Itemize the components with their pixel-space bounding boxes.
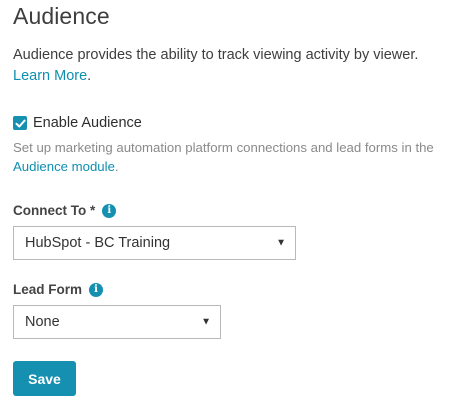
page-title: Audience [13, 3, 110, 29]
audience-module-link[interactable]: Audience module [13, 159, 115, 174]
connect-to-label-text: Connect To * [13, 203, 96, 218]
connect-to-value: HubSpot - BC Training [25, 235, 171, 251]
lead-form-value: None [25, 314, 60, 330]
dropdown-arrow-icon: ▼ [201, 316, 211, 328]
description-text: Audience provides the ability to track v… [13, 47, 419, 63]
audience-description: Audience provides the ability to track v… [13, 45, 463, 87]
learn-more-link[interactable]: Learn More [13, 68, 87, 84]
connect-to-label: Connect To * i [13, 203, 117, 218]
lead-form-label-text: Lead Form [13, 282, 83, 297]
helper-text: Set up marketing automation platform con… [13, 140, 434, 155]
enable-audience-checkbox[interactable] [13, 116, 27, 130]
enable-audience-label[interactable]: Enable Audience [33, 115, 142, 131]
lead-form-select[interactable]: None ▼ [13, 305, 221, 339]
dropdown-arrow-icon: ▼ [276, 237, 286, 249]
check-icon [15, 119, 26, 127]
audience-helper-text: Set up marketing automation platform con… [13, 138, 463, 176]
enable-audience-row[interactable]: Enable Audience [13, 115, 142, 131]
helper-period: . [114, 159, 119, 174]
description-period: . [87, 68, 92, 84]
connect-to-select[interactable]: HubSpot - BC Training ▼ [13, 226, 296, 260]
save-button[interactable]: Save [13, 361, 76, 396]
info-icon[interactable]: i [89, 282, 104, 297]
info-icon[interactable]: i [102, 203, 117, 218]
lead-form-label: Lead Form i [13, 282, 104, 297]
